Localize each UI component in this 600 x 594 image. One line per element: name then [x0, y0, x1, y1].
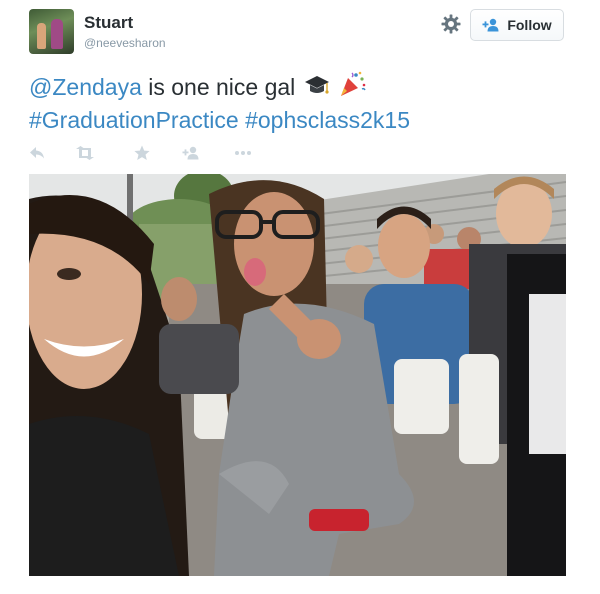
- favorite-button[interactable]: [134, 145, 150, 161]
- add-user-icon: [482, 18, 499, 32]
- gear-icon[interactable]: [440, 13, 462, 35]
- tweet-body: is one nice gal: [141, 74, 296, 100]
- tweet-text: @Zendaya is one nice gal #GraduationPrac…: [29, 70, 569, 137]
- party-popper-icon: [341, 71, 366, 96]
- tweet-card: Stuart @neevesharon Follow @Zendaya is o…: [0, 0, 600, 594]
- avatar-figure: [37, 23, 46, 49]
- tweet-photo[interactable]: [29, 174, 566, 576]
- follow-action-button[interactable]: [182, 146, 200, 160]
- tweet-line-1: @Zendaya is one nice gal: [29, 70, 569, 104]
- graduation-cap-icon: [304, 76, 329, 94]
- more-button[interactable]: [234, 150, 252, 156]
- follow-icon: [182, 146, 199, 160]
- hashtag-link[interactable]: #ophsclass2k15: [245, 107, 410, 133]
- follow-label: Follow: [507, 17, 552, 33]
- tweet-photo-illustration: [29, 174, 566, 576]
- follow-button[interactable]: Follow: [470, 9, 564, 41]
- avatar-figure: [51, 19, 63, 49]
- hashtag-link[interactable]: #GraduationPractice: [29, 107, 239, 133]
- reply-button[interactable]: [29, 146, 45, 160]
- tweet-line-2: #GraduationPractice #ophsclass2k15: [29, 104, 569, 137]
- more-icon: [235, 151, 251, 155]
- user-handle[interactable]: @neevesharon: [84, 36, 166, 50]
- user-display-name[interactable]: Stuart: [84, 13, 133, 33]
- tweet-actions: [29, 143, 252, 163]
- mention-link[interactable]: @Zendaya: [29, 74, 142, 100]
- favorite-icon: [134, 145, 150, 160]
- retweet-icon: [76, 146, 94, 160]
- reply-icon: [30, 147, 44, 159]
- retweet-button[interactable]: [75, 146, 95, 160]
- user-avatar[interactable]: [29, 9, 74, 54]
